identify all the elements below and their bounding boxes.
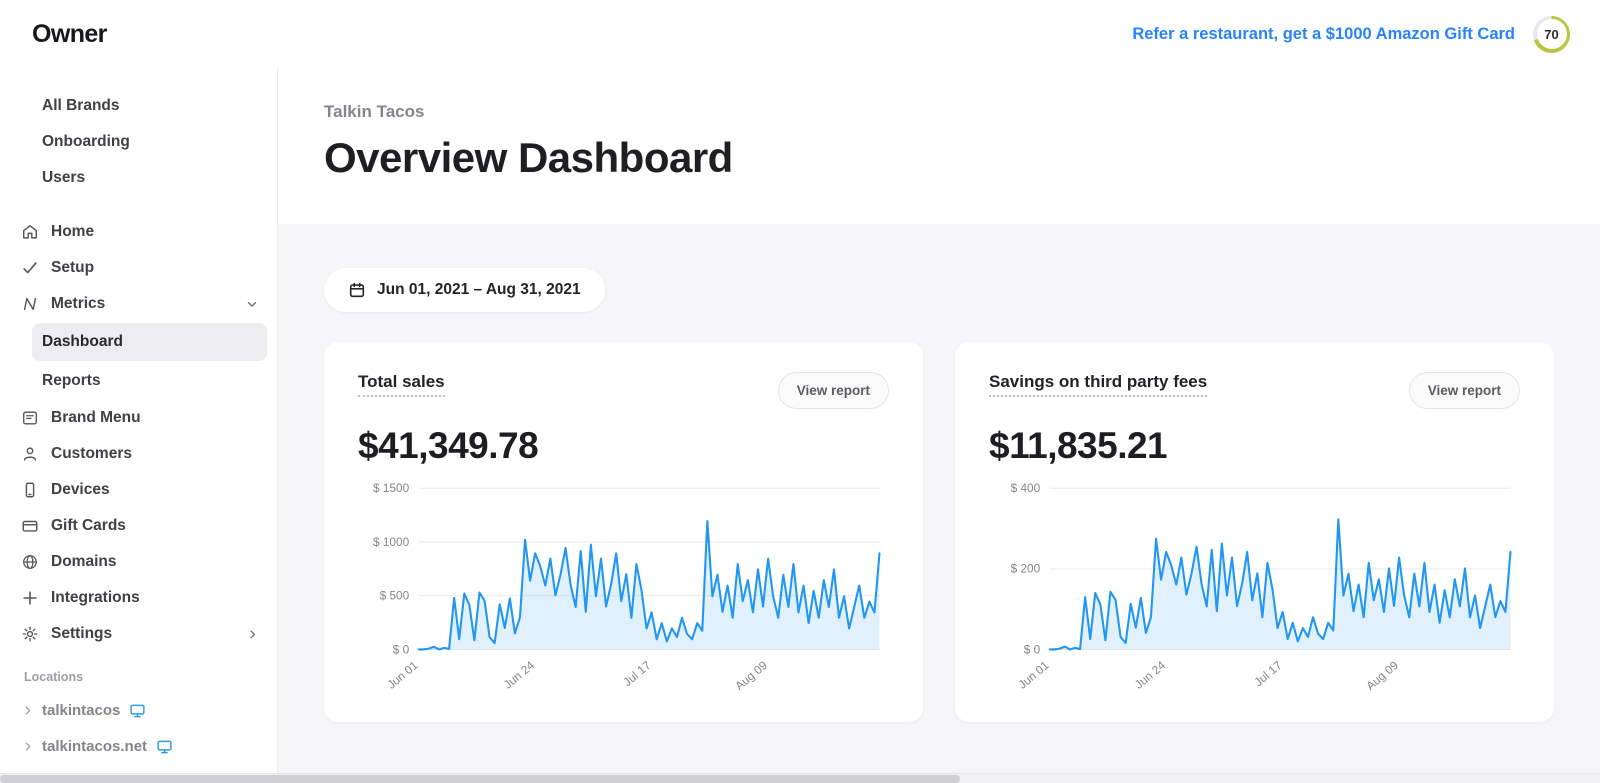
sidebar-item-integrations[interactable]: Integrations: [0, 580, 277, 616]
sidebar-item-label: Gift Cards: [51, 517, 126, 534]
svg-text:$ 500: $ 500: [380, 589, 410, 603]
globe-icon: [20, 552, 40, 572]
third-party-savings-amount: $11,835.21: [989, 425, 1168, 466]
svg-text:$ 0: $ 0: [393, 642, 410, 656]
gear-icon: [20, 624, 40, 644]
sidebar-item-dashboard[interactable]: Dashboard: [32, 323, 267, 361]
metric-cards: Total sales View report $41,349.78 $ 0 $ …: [324, 342, 1554, 723]
referral-link[interactable]: Refer a restaurant, get a $1000 Amazon G…: [1132, 25, 1515, 44]
svg-text:Aug 09: Aug 09: [1363, 658, 1401, 693]
sidebar-item-label: Integrations: [51, 589, 140, 606]
gift-card-icon: [20, 516, 40, 536]
svg-text:Jun 01: Jun 01: [1015, 658, 1052, 692]
calendar-icon: [348, 281, 366, 299]
score-badge[interactable]: 70: [1533, 15, 1570, 53]
svg-text:Jun 24: Jun 24: [501, 658, 538, 692]
sidebar-item-label: Metrics: [51, 295, 106, 312]
plus-icon: [20, 588, 40, 608]
sidebar-item-settings[interactable]: Settings: [0, 616, 277, 652]
main-content: Talkin Tacos Overview Dashboard Jun 01, …: [278, 68, 1600, 773]
sidebar-item-metrics[interactable]: Metrics: [0, 286, 277, 322]
chevron-right-icon[interactable]: [246, 628, 259, 641]
sidebar-item-users[interactable]: Users: [0, 160, 277, 196]
sidebar-item-domains[interactable]: Domains: [0, 544, 277, 580]
svg-text:$ 200: $ 200: [1011, 562, 1041, 576]
svg-text:$ 0: $ 0: [1024, 642, 1041, 656]
sidebar-item-onboarding[interactable]: Onboarding: [0, 124, 277, 160]
svg-text:$ 400: $ 400: [1011, 481, 1041, 495]
chevron-right-icon[interactable]: [22, 741, 33, 752]
scrollbar-thumb[interactable]: [0, 775, 960, 783]
sidebar-item-all-brands[interactable]: All Brands: [0, 88, 277, 124]
view-report-button[interactable]: View report: [777, 372, 889, 409]
sidebar-item-label: Dashboard: [42, 333, 123, 350]
svg-text:Aug 09: Aug 09: [732, 658, 770, 693]
sidebar: All Brands Onboarding Users Home Setup M…: [0, 68, 278, 773]
customers-icon: [20, 444, 40, 464]
svg-text:$ 1000: $ 1000: [373, 535, 410, 549]
sidebar-item-customers[interactable]: Customers: [0, 436, 277, 472]
total-sales-card: Total sales View report $41,349.78 $ 0 $ …: [324, 342, 923, 723]
brand-name: Talkin Tacos: [324, 102, 425, 121]
svg-text:$ 1500: $ 1500: [373, 481, 410, 495]
metrics-icon: [20, 294, 40, 314]
check-icon: [20, 258, 40, 278]
page-title: Overview Dashboard: [324, 134, 733, 181]
chevron-down-icon[interactable]: [245, 297, 259, 311]
date-range-value: Jun 01, 2021 – Aug 31, 2021: [377, 281, 581, 298]
sidebar-item-label: Brand Menu: [51, 409, 141, 426]
svg-text:Jun 01: Jun 01: [384, 658, 421, 692]
card-title: Savings on third party fees: [989, 372, 1208, 397]
sidebar-item-label: Customers: [51, 445, 132, 462]
sidebar-item-label: Settings: [51, 625, 113, 642]
svg-text:Jul 17: Jul 17: [1251, 658, 1284, 689]
sidebar-item-reports[interactable]: Reports: [0, 362, 277, 400]
sidebar-item-label: Setup: [51, 259, 95, 276]
sidebar-item-label: Devices: [51, 481, 110, 498]
app-logo[interactable]: Owner: [32, 20, 107, 49]
dashboard-content: Jun 01, 2021 – Aug 31, 2021 Total sales …: [278, 224, 1600, 773]
sidebar-item-setup[interactable]: Setup: [0, 250, 277, 286]
sidebar-item-label: Onboarding: [42, 133, 130, 150]
third-party-savings-chart: $ 0 $ 200 $ 400 Jun 01 Jun 24 Jul 17 Aug 09: [989, 475, 1520, 704]
score-value: 70: [1536, 19, 1567, 49]
device-icon: [20, 480, 40, 500]
location-label: talkintacos.net: [42, 737, 148, 755]
app-shell: All Brands Onboarding Users Home Setup M…: [0, 68, 1600, 773]
sidebar-location-talkintacos-net[interactable]: talkintacos.net: [0, 728, 277, 764]
svg-text:Jun 24: Jun 24: [1132, 658, 1169, 692]
sidebar-item-brand-menu[interactable]: Brand Menu: [0, 400, 277, 436]
topbar-right: Refer a restaurant, get a $1000 Amazon G…: [1132, 15, 1570, 53]
home-icon: [20, 222, 40, 242]
horizontal-scrollbar[interactable]: [0, 773, 1600, 783]
sidebar-item-devices[interactable]: Devices: [0, 472, 277, 508]
sidebar-item-label: Reports: [42, 372, 101, 389]
date-range-picker[interactable]: Jun 01, 2021 – Aug 31, 2021: [324, 268, 605, 312]
sidebar-item-label: Users: [42, 169, 86, 186]
location-label: talkintacos: [42, 701, 121, 719]
sidebar-item-gift-cards[interactable]: Gift Cards: [0, 508, 277, 544]
total-sales-chart: $ 0 $ 500 $ 1000 $ 1500 Jun 01 Jun 24 Jul 17 Au…: [358, 475, 889, 704]
chevron-right-icon[interactable]: [22, 705, 33, 716]
third-party-savings-card: Savings on third party fees View report …: [955, 342, 1554, 723]
sidebar-item-label: Domains: [51, 553, 117, 570]
sidebar-item-label: All Brands: [42, 97, 120, 114]
locations-section-label: Locations: [24, 670, 84, 684]
monitor-icon: [156, 738, 173, 755]
menu-list-icon: [20, 408, 40, 428]
card-title: Total sales: [358, 372, 445, 397]
page-header: Talkin Tacos Overview Dashboard: [278, 68, 1600, 224]
monitor-icon: [129, 702, 146, 719]
svg-text:Jul 17: Jul 17: [620, 658, 653, 689]
sidebar-item-home[interactable]: Home: [0, 214, 277, 250]
view-report-button[interactable]: View report: [1408, 372, 1520, 409]
topbar: Owner Refer a restaurant, get a $1000 Am…: [0, 0, 1600, 68]
sidebar-item-label: Home: [51, 223, 95, 240]
sidebar-location-talkintacos[interactable]: talkintacos: [0, 692, 277, 728]
total-sales-amount: $41,349.78: [358, 425, 539, 466]
